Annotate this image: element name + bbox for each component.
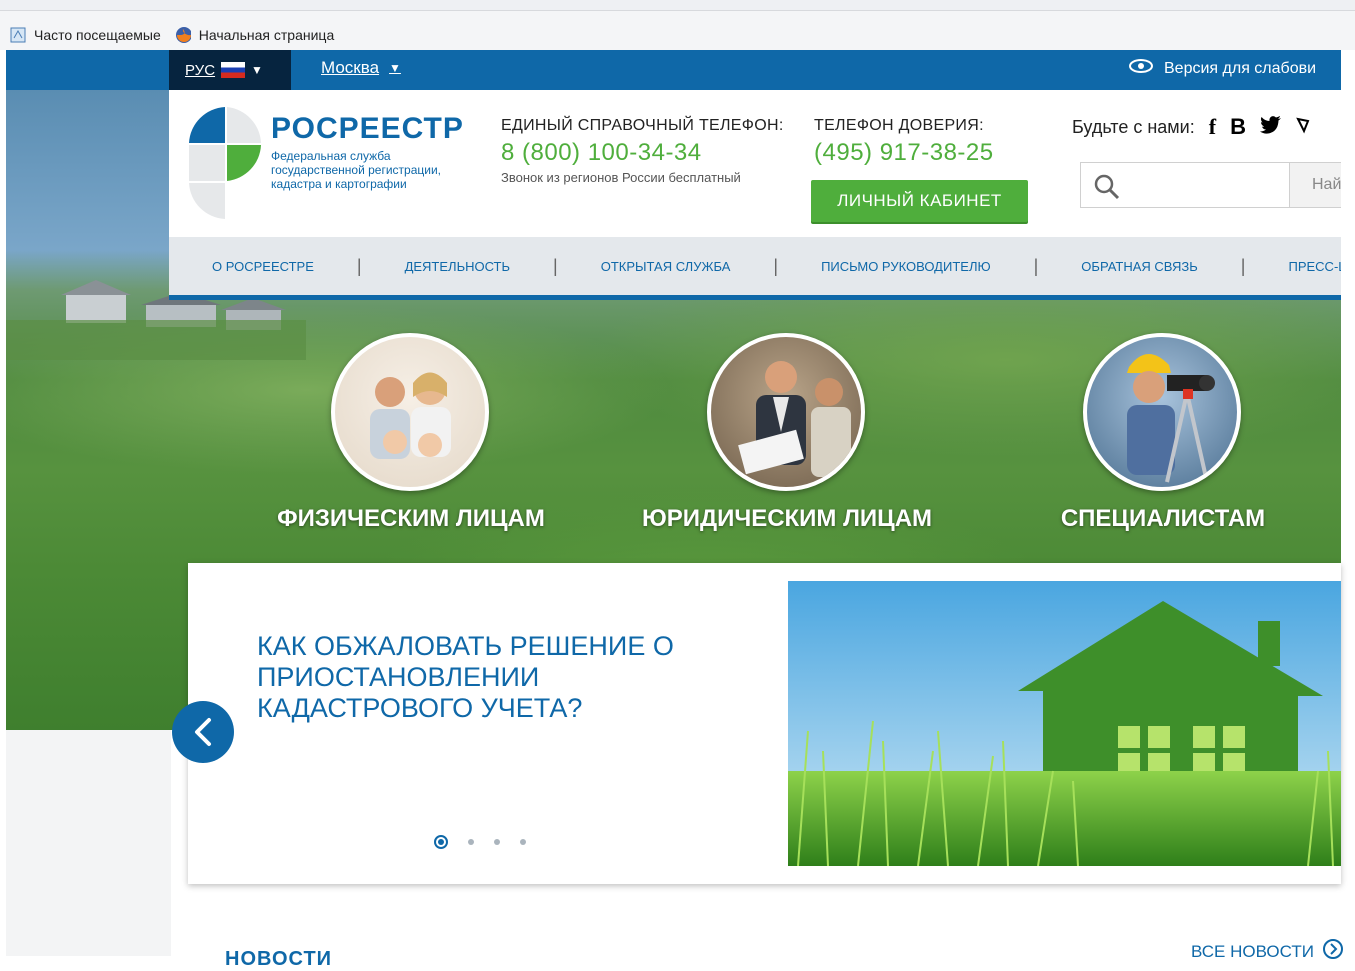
language-label: РУС xyxy=(185,61,216,79)
audience-legal-entities-image[interactable] xyxy=(707,333,865,491)
firefox-icon xyxy=(175,27,191,43)
slide-image-grass-house[interactable] xyxy=(788,581,1341,866)
trust-phone[interactable]: (495) 917-38-25 xyxy=(814,139,994,167)
nav-item-letter[interactable]: ПИСЬМО РУКОВОДИТЕЛЮ xyxy=(778,259,1034,274)
low-vision-label: Версия для слабови xyxy=(1164,59,1317,77)
bookmarks-bar: Часто посещаемые Начальная страница xyxy=(0,20,334,50)
slider-dot-1[interactable] xyxy=(434,835,448,849)
nav-item-open-service[interactable]: ОТКРЫТАЯ СЛУЖБА xyxy=(558,259,774,274)
all-news-label: ВСЕ НОВОСТИ xyxy=(1191,941,1314,961)
chevron-down-icon: ▼ xyxy=(389,61,401,75)
russia-flag-icon xyxy=(221,62,246,78)
eye-icon xyxy=(1128,58,1154,79)
logo-subtitle: Федеральная служба государственной регис… xyxy=(271,149,441,191)
hotline-phone[interactable]: 8 (800) 100-34-34 xyxy=(501,139,702,167)
chevron-right-circle-icon xyxy=(1322,938,1344,965)
browser-tab-strip xyxy=(0,0,1355,11)
chevron-down-icon: ▼ xyxy=(251,63,263,77)
social-label: Будьте с нами: xyxy=(1072,116,1195,137)
city-label: Москва xyxy=(321,58,380,77)
bookmark-icon xyxy=(10,27,26,43)
logo-title[interactable]: РОСРЕЕСТР xyxy=(271,112,464,146)
hotline-label: ЕДИНЫЙ СПРАВОЧНЫЙ ТЕЛЕФОН: xyxy=(501,117,784,134)
main-nav: О РОСРЕЕСТРЕ | ДЕЯТЕЛЬНОСТЬ | ОТКРЫТАЯ С… xyxy=(169,237,1341,300)
vk-icon[interactable]: В xyxy=(1230,114,1246,140)
chevron-left-icon xyxy=(195,718,211,746)
page-side-background xyxy=(6,730,171,956)
audience-specialists-image[interactable] xyxy=(1083,333,1241,491)
slider-pagination xyxy=(434,835,526,849)
nav-item-about[interactable]: О РОСРЕЕСТРЕ xyxy=(169,259,357,274)
bookmark-home-page[interactable]: Начальная страница xyxy=(199,27,334,43)
news-section-heading: НОВОСТИ xyxy=(225,948,333,970)
slider-prev-button[interactable] xyxy=(172,701,234,763)
low-vision-link[interactable]: Версия для слабови xyxy=(1128,58,1316,79)
slide-title[interactable]: КАК ОБЖАЛОВАТЬ РЕШЕНИЕ О ПРИОСТАНОВЛЕНИИ… xyxy=(257,631,727,724)
language-switcher[interactable]: РУС ▼ xyxy=(169,50,291,90)
audience-legal-entities-label[interactable]: ЮРИДИЧЕСКИМ ЛИЦАМ xyxy=(607,505,967,533)
nav-item-press[interactable]: ПРЕСС-ЦЕ xyxy=(1245,259,1341,274)
rosreestr-logo-icon[interactable] xyxy=(187,107,263,219)
hotline-note: Звонок из регионов России бесплатный xyxy=(501,170,741,185)
slider-dot-3[interactable] xyxy=(494,839,500,845)
all-news-link[interactable]: ВСЕ НОВОСТИ xyxy=(1191,938,1344,965)
twitter-icon[interactable] xyxy=(1259,115,1282,139)
trust-phone-label: ТЕЛЕФОН ДОВЕРИЯ: xyxy=(814,117,984,134)
other-social-icon[interactable] xyxy=(1296,115,1310,140)
slider-dot-2[interactable] xyxy=(468,839,474,845)
audience-specialists-label[interactable]: СПЕЦИАЛИСТАМ xyxy=(983,505,1343,533)
bookmark-most-visited[interactable]: Часто посещаемые xyxy=(34,27,161,43)
audience-individuals-label[interactable]: ФИЗИЧЕСКИМ ЛИЦАМ xyxy=(231,505,591,533)
nav-item-activity[interactable]: ДЕЯТЕЛЬНОСТЬ xyxy=(362,259,553,274)
slider-dot-4[interactable] xyxy=(520,839,526,845)
search-button[interactable]: Най xyxy=(1289,163,1341,207)
nav-item-feedback[interactable]: ОБРАТНАЯ СВЯЗЬ xyxy=(1038,259,1241,274)
facebook-icon[interactable]: f xyxy=(1209,114,1216,140)
personal-cabinet-button[interactable]: ЛИЧНЫЙ КАБИНЕТ xyxy=(811,180,1028,222)
social-links: Будьте с нами: f В xyxy=(1072,114,1310,140)
audience-individuals-image[interactable] xyxy=(331,333,489,491)
city-selector[interactable]: Москва ▼ xyxy=(321,58,401,78)
search-icon xyxy=(1094,174,1120,205)
